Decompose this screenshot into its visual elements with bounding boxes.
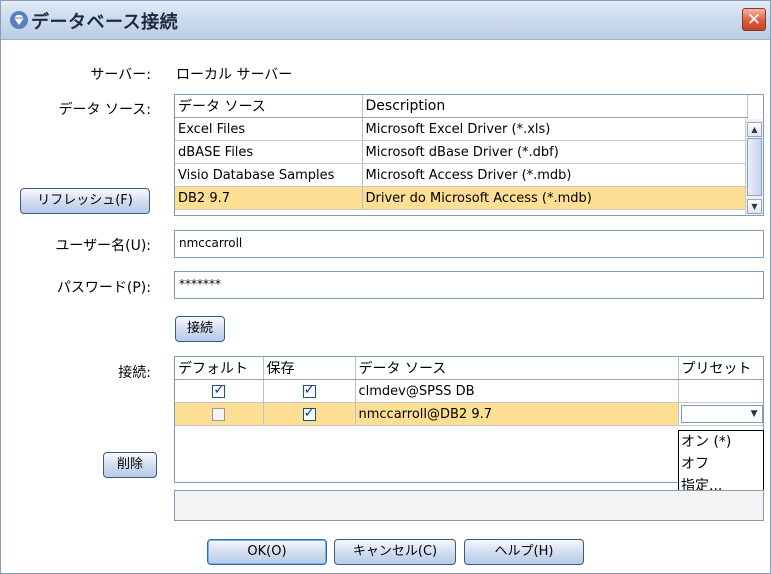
help-button[interactable]: ヘルプ(H): [464, 539, 584, 565]
preset-cell: ▼: [678, 402, 763, 426]
datasource-label: データ ソース:: [58, 102, 151, 118]
save-cell: [263, 402, 356, 426]
datasource-name: dBASE Files: [175, 140, 363, 164]
password-label: パスワード(P):: [56, 280, 151, 296]
scroll-up-arrow-icon[interactable]: ▲: [747, 122, 762, 137]
column-header[interactable]: データ ソース: [355, 357, 679, 380]
connection-row-selected[interactable]: nmccarroll@DB2 9.7 ▼: [175, 402, 763, 426]
save-checkbox[interactable]: [302, 405, 316, 421]
scroll-thumb[interactable]: [747, 138, 762, 196]
default-cell: [175, 402, 264, 426]
server-label: サーバー:: [90, 67, 151, 83]
connections-table: デフォルト 保存 データ ソース プリセット clmdev@SPSS DB nm…: [174, 356, 764, 483]
preset-cell[interactable]: [678, 379, 763, 403]
password-field[interactable]: *******: [174, 271, 764, 299]
preset-option[interactable]: オフ: [679, 453, 763, 475]
close-icon: ✕: [746, 10, 762, 30]
datasource-header-row: データ ソース Description: [175, 95, 748, 118]
datasource-description: Microsoft Access Driver (*.mdb): [362, 163, 748, 187]
column-header[interactable]: データ ソース: [175, 95, 363, 118]
connection-source: nmccarroll@DB2 9.7: [355, 402, 679, 426]
server-value: ローカル サーバー: [176, 67, 293, 83]
connection-details-box: [174, 490, 764, 521]
column-header[interactable]: デフォルト: [175, 357, 264, 380]
column-header[interactable]: Description: [362, 95, 748, 118]
dialog-title: データベース接続: [31, 12, 179, 33]
delete-button[interactable]: 削除: [103, 452, 157, 478]
ok-button[interactable]: OK(O): [207, 539, 327, 565]
cancel-button[interactable]: キャンセル(C): [334, 539, 456, 565]
datasource-row[interactable]: Excel Files Microsoft Excel Driver (*.xl…: [175, 117, 748, 141]
default-checkbox[interactable]: [212, 407, 226, 421]
column-header[interactable]: 保存: [263, 357, 356, 380]
connection-row[interactable]: clmdev@SPSS DB: [175, 379, 763, 403]
connections-label: 接続:: [118, 365, 151, 381]
connect-button[interactable]: 接続: [175, 316, 225, 342]
connection-source: clmdev@SPSS DB: [355, 379, 679, 403]
datasource-name: DB2 9.7: [175, 186, 363, 210]
preset-combobox[interactable]: ▼: [680, 405, 763, 423]
title-bar: データベース接続 ✕: [1, 1, 770, 40]
default-checkbox[interactable]: [212, 382, 226, 398]
datasource-scrollbar[interactable]: ▲ ▼: [745, 119, 763, 215]
column-header[interactable]: プリセット: [678, 357, 763, 380]
datasource-row-selected[interactable]: DB2 9.7 Driver do Microsoft Access (*.md…: [175, 186, 748, 210]
refresh-button[interactable]: リフレッシュ(F): [20, 188, 150, 214]
username-field[interactable]: nmccarroll: [174, 230, 764, 258]
datasource-description: Microsoft Excel Driver (*.xls): [362, 117, 748, 141]
database-connection-dialog: データベース接続 ✕ サーバー: ローカル サーバー データ ソース: データ …: [0, 0, 771, 574]
datasource-row[interactable]: dBASE Files Microsoft dBase Driver (*.db…: [175, 140, 748, 164]
datasource-description: Driver do Microsoft Access (*.mdb): [362, 186, 748, 210]
datasource-table: データ ソース Description Excel Files Microsof…: [174, 94, 764, 216]
scroll-down-arrow-icon[interactable]: ▼: [747, 199, 762, 214]
connections-header-row: デフォルト 保存 データ ソース プリセット: [175, 357, 763, 380]
chevron-down-icon[interactable]: ▼: [751, 409, 758, 419]
close-button[interactable]: ✕: [742, 8, 766, 31]
datasource-name: Visio Database Samples: [175, 163, 363, 187]
datasource-name: Excel Files: [175, 117, 363, 141]
diamond-gem-icon: [10, 11, 28, 29]
datasource-description: Microsoft dBase Driver (*.dbf): [362, 140, 748, 164]
save-cell: [263, 379, 356, 403]
username-label: ユーザー名(U):: [55, 238, 151, 254]
datasource-row[interactable]: Visio Database Samples Microsoft Access …: [175, 163, 748, 187]
default-cell: [175, 379, 264, 403]
preset-option[interactable]: オン (*): [679, 431, 763, 453]
save-checkbox[interactable]: [302, 382, 316, 398]
